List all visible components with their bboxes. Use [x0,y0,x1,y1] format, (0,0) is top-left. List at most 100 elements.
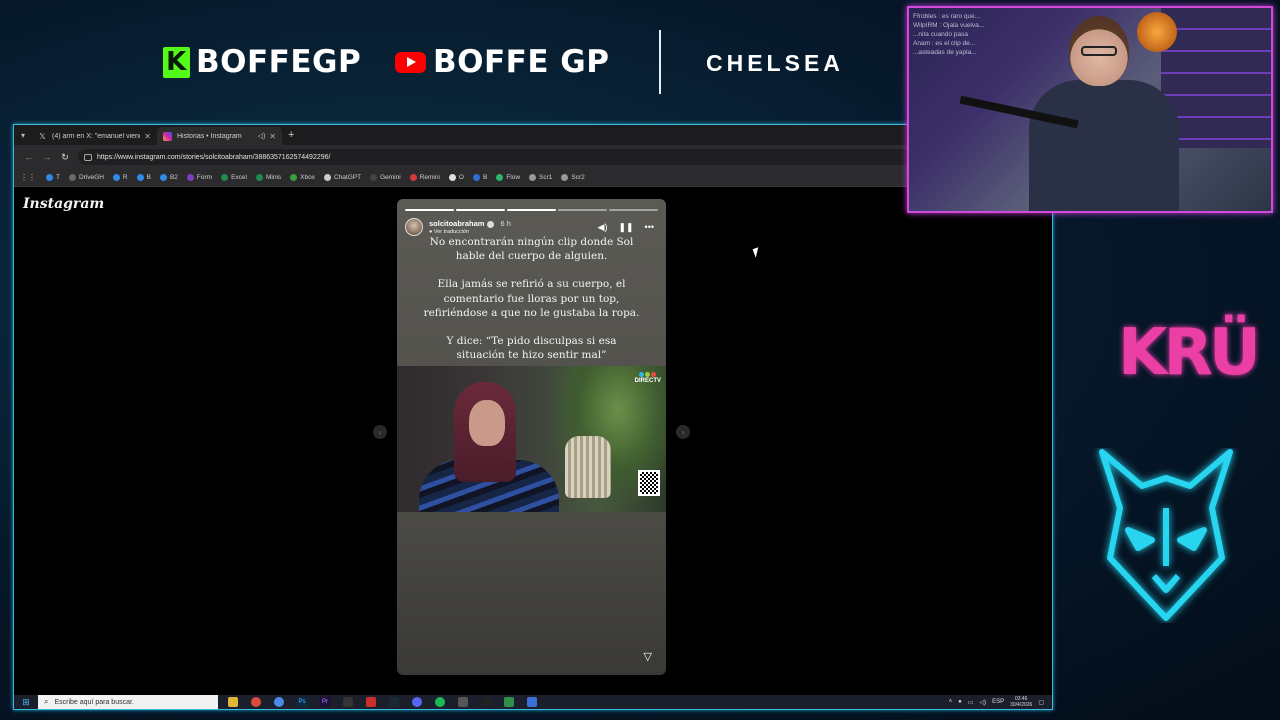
bookmark-item[interactable]: B2 [159,174,178,181]
bookmark-item[interactable]: Excel [221,174,247,181]
bookmark-label: Minis [265,174,282,181]
bookmark-item[interactable]: ChatGPT [323,174,361,181]
kick-brand: K BOFFEGP [163,44,361,80]
obs-record-icon[interactable] [366,697,376,707]
story-prev-button[interactable]: ‹ [373,425,387,439]
username-text: solcitoabraham [429,219,485,228]
browser-window: ▾ 𝕏 (4) arm en X: "emanuel viendo c ✕ Hi… [13,124,1053,710]
youtube-channel-name: BOFFE GP [433,44,610,80]
story-paragraph: No encontrarán ningún clip donde Sol hab… [429,236,634,263]
windows-start-icon[interactable]: ⊞ [14,697,38,708]
bookmark-item[interactable]: Minis [255,174,282,181]
chrome-icon[interactable] [251,697,261,707]
taskbar-search[interactable]: ⌕ Escribe aquí para buscar. [38,695,218,709]
instagram-logo[interactable]: Instagram [23,196,104,212]
wolf-logo-icon [1099,449,1233,621]
pause-icon[interactable]: ❚❚ [618,222,633,233]
volume-icon[interactable]: ◁) [979,699,986,706]
team-name: CHELSEA [706,50,844,76]
bookmark-icon [186,174,194,181]
tab-search-icon[interactable]: ▾ [14,131,32,140]
send-icon[interactable]: ▽ [644,650,652,663]
clock[interactable]: 03:46 30/4/2026 [1010,696,1032,708]
chat-line: WilpIRM : Ojala vuelva... [913,22,985,29]
bookmark-icon [68,174,76,181]
taskbar: ⊞ ⌕ Escribe aquí para buscar. Ps Pr ˄ ● … [14,695,1052,709]
address-bar[interactable]: https://www.instagram.com/stories/solcit… [78,149,1031,165]
premiere-icon[interactable]: Pr [320,697,330,707]
bookmark-icon [159,174,167,181]
file-explorer-icon[interactable] [228,697,238,707]
progress-segment [405,209,454,211]
bookmark-item[interactable]: Xbox [290,174,315,181]
microphone-icon[interactable]: ● [958,699,962,705]
nav-bar: ← → ↻ https://www.instagram.com/stories/… [14,145,1052,169]
bookmark-label: Flow [506,174,521,181]
bookmark-label: O [458,174,464,181]
basket-image [565,436,611,498]
youtube-logo-icon [395,51,426,73]
bookmark-item[interactable]: Remini [409,174,440,181]
chevron-up-icon[interactable]: ˄ [949,699,953,705]
back-icon[interactable]: ← [20,152,38,162]
bookmark-item[interactable]: B [136,174,151,181]
avatar[interactable] [405,218,423,236]
chat-line: ...asteadas de yapla... [913,49,977,56]
bookmark-icon [529,174,537,181]
search-icon: ⌕ [44,697,49,706]
instagram-page: Instagram ‹ › solcitoabraham 6 h ● Ver tr… [14,188,1052,697]
tab-instagram[interactable]: Historias • Instagram ◁) ✕ [157,127,282,145]
close-icon[interactable]: ✕ [269,132,276,141]
story-viewer[interactable]: solcitoabraham 6 h ● Ver traducción ◀) ❚❚… [397,199,666,675]
mute-icon[interactable]: ◀) [598,222,608,233]
apps-grid-icon[interactable]: ⋮⋮ [20,173,36,182]
photoshop-icon[interactable]: Ps [297,697,307,707]
chrome-active-icon[interactable] [274,697,284,707]
bookmark-item[interactable]: Flow [496,174,520,181]
bookmark-item[interactable]: B [472,174,488,181]
bookmark-label: Scr1 [539,174,553,181]
calculator-icon[interactable] [343,697,353,707]
spotify-icon[interactable] [435,697,445,707]
bookmark-item[interactable]: DriveGH [68,174,104,181]
obs-icon[interactable] [481,697,491,707]
channel-watermark: DIRECTV [635,372,661,384]
forward-icon[interactable]: → [38,152,56,162]
x-logo-icon: 𝕏 [39,131,46,141]
speaker-icon[interactable]: ◁) [258,132,266,140]
bookmark-item[interactable]: Scr1 [529,174,552,181]
system-tray: ˄ ● ▭ ◁) ESP 03:46 30/4/2026 ▢ [949,695,1044,709]
story-username[interactable]: solcitoabraham 6 h [429,219,511,228]
bookmark-item[interactable]: O [448,174,464,181]
bookmark-label: Xbox [300,174,315,181]
discord-icon[interactable] [412,697,422,707]
person-image [419,378,559,512]
bookmark-item[interactable]: R [112,174,128,181]
site-info-icon[interactable] [84,153,92,161]
bookmark-label: Gemini [380,174,401,181]
bookmark-label: B [482,174,488,181]
bookmark-item[interactable]: Gemini [370,174,401,181]
bookmark-icon [112,174,120,181]
bookmark-icon [472,174,480,181]
more-options-icon[interactable]: ••• [645,222,654,233]
bookmark-item[interactable]: Scr2 [561,174,585,181]
app-icon[interactable] [458,697,468,707]
reload-icon[interactable]: ↻ [56,152,74,163]
notifications-icon[interactable]: ▢ [1038,699,1044,706]
bookmark-item[interactable]: T [46,174,60,181]
close-icon[interactable]: ✕ [144,132,151,141]
tab-x[interactable]: 𝕏 (4) arm en X: "emanuel viendo c ✕ [32,127,157,145]
new-tab-button[interactable]: + [288,129,294,141]
app-blue-icon[interactable] [527,697,537,707]
progress-segment [609,209,658,211]
story-next-button[interactable]: › [676,425,690,439]
bookmark-item[interactable]: Form [186,174,212,181]
network-icon[interactable]: ▭ [968,699,974,706]
taskbar-apps: Ps Pr [228,697,537,707]
app-green-icon[interactable] [504,697,514,707]
language-indicator[interactable]: ESP [992,699,1004,705]
chat-line: Ffrobles : es raro que... [913,13,981,20]
steam-icon[interactable] [389,697,399,707]
bookmark-icon [290,174,298,181]
